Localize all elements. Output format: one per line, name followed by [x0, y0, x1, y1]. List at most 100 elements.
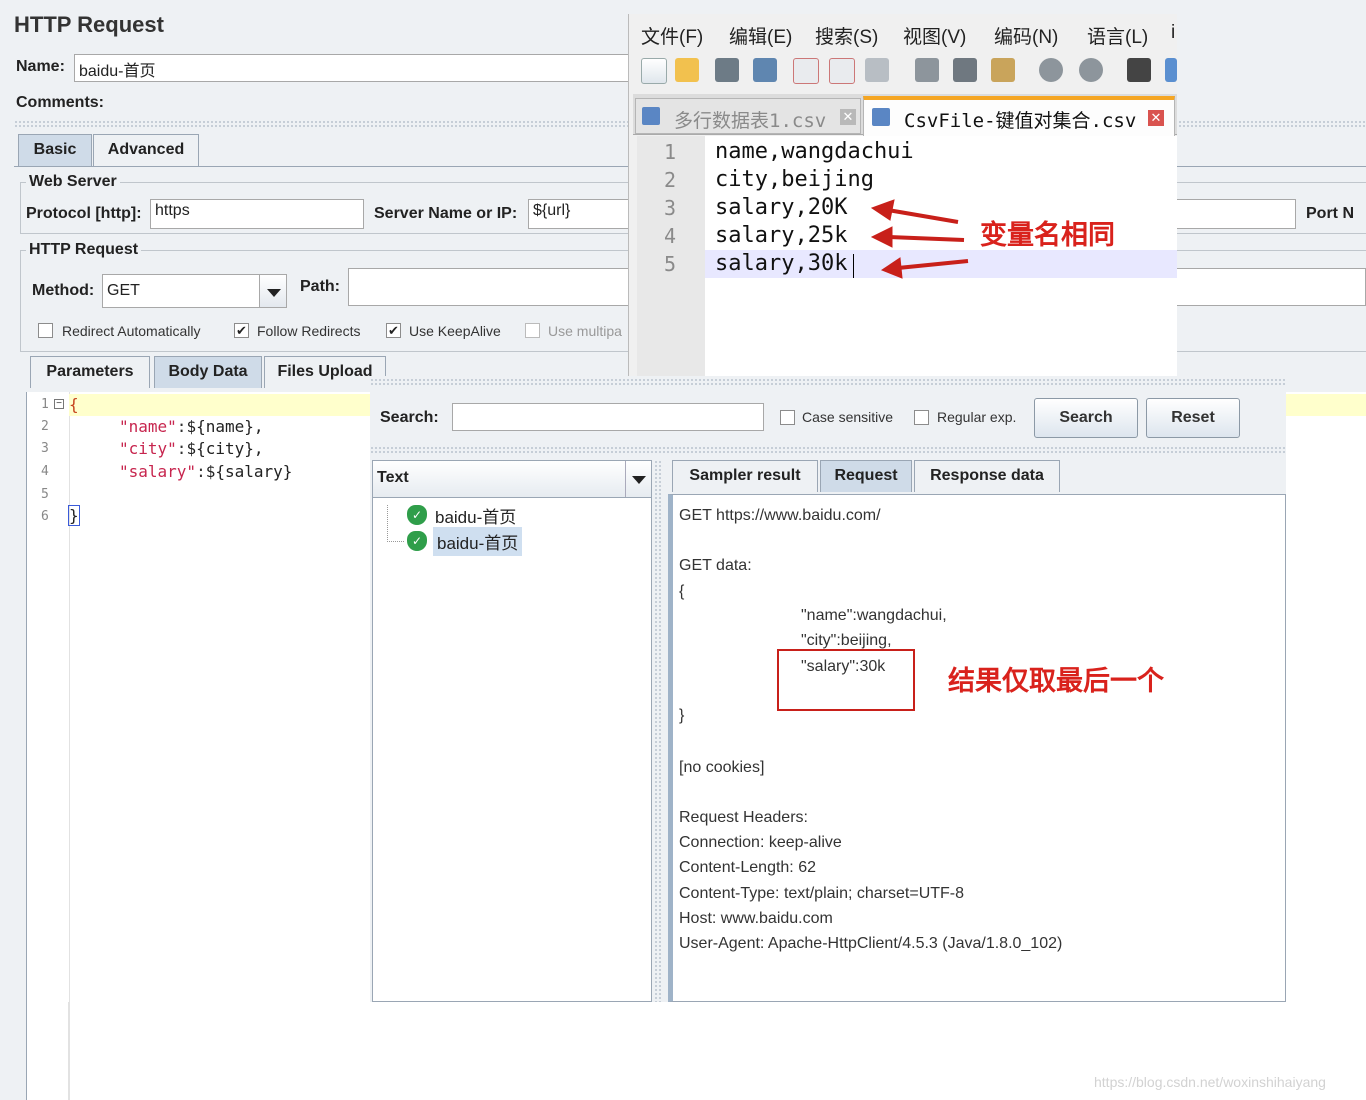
annotation-arrows	[870, 199, 969, 279]
csv-line-number: 1	[663, 140, 677, 164]
annotation-same-variable-name: 变量名相同	[980, 220, 1115, 250]
close-icon[interactable]	[793, 58, 819, 84]
csv-line: salary,20K	[715, 195, 848, 220]
json-comma: ,	[253, 439, 264, 458]
tab-advanced[interactable]: Advanced	[93, 134, 199, 166]
case-sensitive-checkbox[interactable]	[780, 410, 795, 425]
file-save-icon	[872, 108, 890, 126]
request-header: Connection: keep-alive	[679, 834, 842, 851]
toolbar	[629, 50, 1177, 90]
request-text-area[interactable]: GET https://www.baidu.com/ GET data: { "…	[668, 494, 1286, 1002]
file-tab-inactive[interactable]: 多行数据表1.csv ✕	[635, 98, 861, 134]
name-input[interactable]: baidu-首页	[74, 54, 634, 82]
server-name-input[interactable]: ${url}	[528, 199, 634, 229]
new-file-icon[interactable]	[641, 58, 667, 84]
redo-icon[interactable]	[1079, 58, 1103, 82]
request-header: Content-Length: 62	[679, 859, 816, 876]
menu-encoding[interactable]: 编码(N)	[994, 22, 1058, 49]
renderer-select[interactable]: Text	[373, 461, 651, 498]
request-headers-title: Request Headers:	[679, 809, 808, 826]
search-input[interactable]	[452, 403, 764, 431]
tab-close-icon[interactable]: ✕	[840, 109, 856, 125]
print-icon[interactable]	[865, 58, 889, 82]
open-file-icon[interactable]	[675, 58, 699, 82]
body-line-number: 4	[41, 464, 49, 479]
csv-line-number: 3	[663, 196, 677, 220]
request-get-data-label: GET data:	[679, 557, 752, 574]
use-keepalive-checkbox[interactable]: ✔	[386, 323, 401, 338]
splitter-results-mid[interactable]	[370, 446, 1286, 454]
reset-button[interactable]: Reset	[1146, 398, 1240, 438]
port-area-input[interactable]	[1176, 199, 1296, 229]
fold-icon[interactable]: −	[54, 399, 64, 409]
copy-icon[interactable]	[953, 58, 977, 82]
use-multipart-checkbox[interactable]	[525, 323, 540, 338]
tree-connector	[387, 505, 404, 542]
path-input-right[interactable]	[1176, 268, 1366, 306]
json-key: "city"	[119, 439, 177, 458]
path-input[interactable]	[348, 268, 634, 306]
find-icon[interactable]	[1127, 58, 1151, 82]
csv-line: city,beijing	[715, 167, 874, 192]
tab-response-data[interactable]: Response data	[914, 460, 1060, 492]
save-all-icon[interactable]	[753, 58, 777, 82]
paste-icon[interactable]	[991, 58, 1015, 82]
json-colon: :	[176, 417, 187, 436]
splitter-results-top[interactable]	[370, 378, 1286, 386]
replace-icon[interactable]	[1165, 58, 1177, 82]
file-tab-active[interactable]: CsvFile-键值对集合.csv ✕	[863, 96, 1175, 136]
panel-title: HTTP Request	[14, 12, 164, 37]
regular-exp-checkbox[interactable]	[914, 410, 929, 425]
tab-parameters[interactable]: Parameters	[30, 356, 150, 388]
redirect-automatically-label: Redirect Automatically	[62, 323, 201, 339]
save-icon[interactable]	[715, 58, 739, 82]
json-colon: :	[176, 439, 187, 458]
json-comma: ,	[253, 417, 264, 436]
protocol-input[interactable]: https	[150, 199, 364, 229]
csv-line-number: 2	[663, 168, 677, 192]
request-brace-close: }	[679, 707, 685, 724]
menu-edit[interactable]: 编辑(E)	[729, 22, 792, 49]
undo-icon[interactable]	[1039, 58, 1063, 82]
comments-label: Comments:	[16, 94, 105, 111]
file-save-icon	[642, 107, 660, 125]
menu-bar: 文件(F) 编辑(E) 搜索(S) 视图(V) 编码(N) 语言(L) i	[629, 14, 1177, 50]
text-caret	[853, 254, 854, 278]
use-keepalive-label: Use KeepAlive	[409, 323, 501, 339]
tab-files-upload[interactable]: Files Upload	[264, 356, 386, 388]
tab-sampler-result[interactable]: Sampler result	[672, 460, 818, 492]
menu-search[interactable]: 搜索(S)	[815, 22, 878, 49]
chevron-down-icon	[632, 476, 646, 484]
tab-close-icon[interactable]: ✕	[1148, 110, 1164, 126]
close-all-icon[interactable]	[829, 58, 855, 84]
renderer-dropdown-button[interactable]	[625, 461, 652, 497]
request-header: Content-Type: text/plain; charset=UTF-8	[679, 885, 965, 902]
menu-more[interactable]: i	[1171, 22, 1175, 44]
file-tab-label: 多行数据表1.csv	[674, 110, 827, 132]
follow-redirects-checkbox[interactable]: ✔	[234, 323, 249, 338]
json-variable: ${city}	[186, 439, 254, 458]
csv-line: salary,25k	[715, 223, 848, 248]
tab-basic[interactable]: Basic	[18, 134, 92, 166]
menu-language[interactable]: 语言(L)	[1087, 22, 1148, 49]
http-request-legend: HTTP Request	[26, 241, 142, 259]
json-variable: ${name}	[186, 417, 254, 436]
splitter-vertical[interactable]	[654, 460, 662, 1002]
method-dropdown-button[interactable]	[259, 274, 287, 308]
tab-body-data[interactable]: Body Data	[154, 356, 262, 388]
method-label: Method:	[32, 282, 95, 299]
menu-file[interactable]: 文件(F)	[641, 22, 703, 49]
use-multipart-label: Use multipa	[548, 323, 622, 339]
request-no-cookies: [no cookies]	[679, 759, 765, 776]
method-select[interactable]: GET	[102, 274, 260, 308]
tab-request[interactable]: Request	[820, 460, 912, 492]
menu-view[interactable]: 视图(V)	[903, 22, 966, 49]
redirect-automatically-checkbox[interactable]	[38, 323, 53, 338]
json-brace-close: }	[68, 505, 80, 526]
request-url: GET https://www.baidu.com/	[679, 507, 881, 524]
json-key: "salary"	[119, 462, 197, 481]
search-button[interactable]: Search	[1034, 398, 1138, 438]
success-shield-icon: ✓	[407, 531, 427, 551]
cut-icon[interactable]	[915, 58, 939, 82]
path-label: Path:	[300, 278, 340, 295]
